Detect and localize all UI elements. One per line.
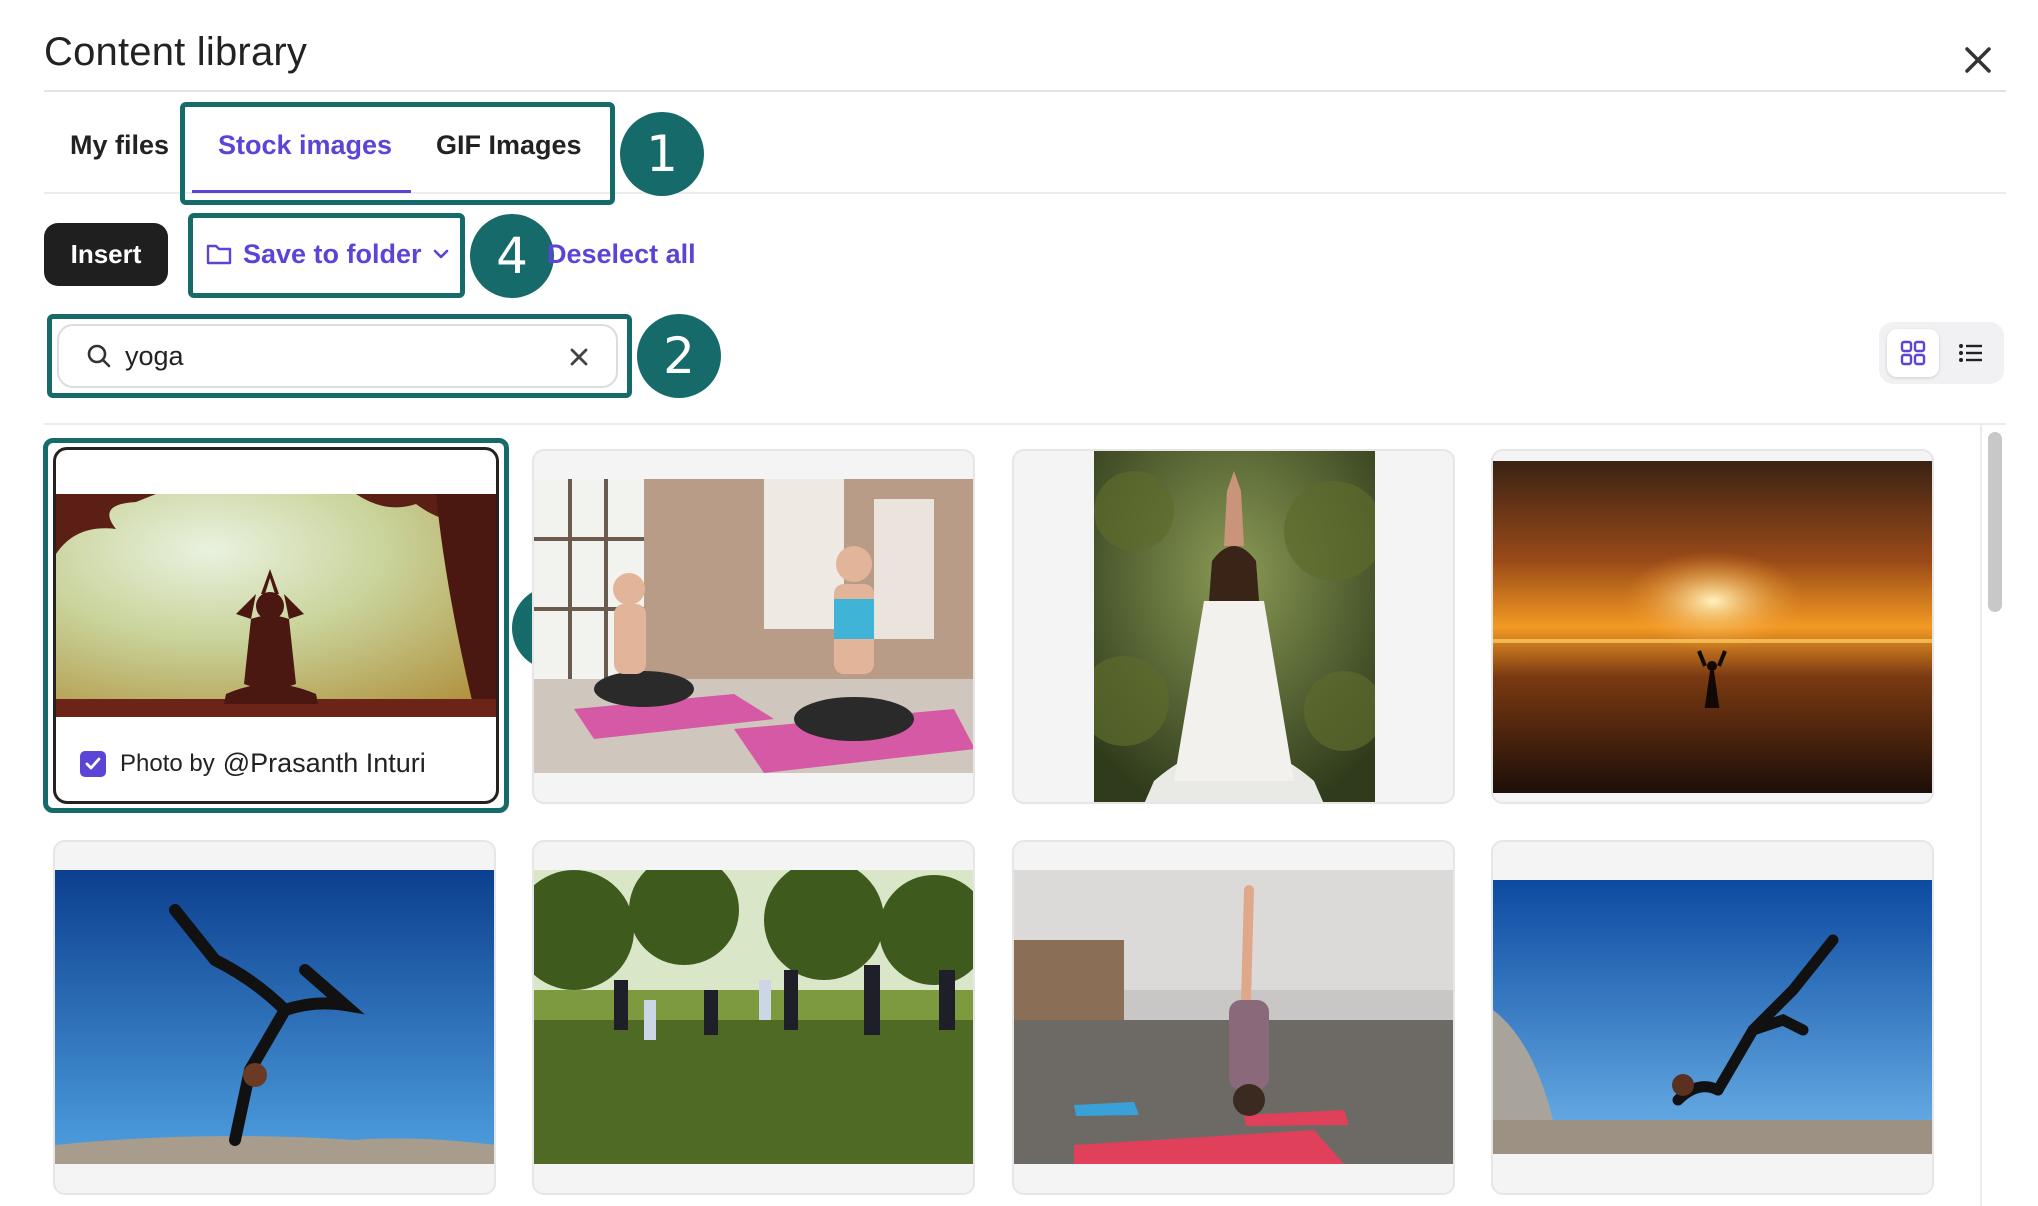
annotation-badge-2: 2: [637, 314, 721, 398]
annotation-badge-4: 4: [470, 214, 554, 298]
image-thumbnail: [55, 870, 494, 1164]
image-thumbnail: [534, 479, 973, 773]
tab-my-files[interactable]: My files: [70, 130, 169, 161]
insert-button[interactable]: Insert: [44, 223, 168, 286]
scrollbar-thumb[interactable]: [1988, 432, 2002, 612]
image-thumbnail: [534, 870, 973, 1164]
image-thumbnail: [1014, 870, 1453, 1164]
close-icon: [570, 348, 588, 366]
credit-author-link[interactable]: @Prasanth Inturi: [223, 748, 426, 779]
credit-prefix: Photo by: [120, 749, 215, 777]
list-icon: [1959, 344, 1982, 362]
save-to-folder-label: Save to folder: [243, 238, 422, 269]
image-card[interactable]: [1491, 449, 1934, 804]
image-card[interactable]: [1012, 840, 1455, 1195]
search-icon: [87, 344, 111, 368]
checkmark-icon: [85, 757, 101, 769]
select-checkbox[interactable]: [80, 750, 106, 777]
image-thumbnail: [1094, 451, 1375, 802]
image-card[interactable]: Photo by @Prasanth Inturi: [53, 447, 499, 804]
image-credit: Photo by @Prasanth Inturi: [80, 748, 426, 779]
image-card[interactable]: [532, 449, 975, 804]
list-view-button[interactable]: [1945, 329, 1997, 377]
deselect-all-link[interactable]: Deselect all: [547, 239, 696, 270]
image-card[interactable]: [1491, 840, 1934, 1195]
chevron-down-icon: [433, 249, 448, 259]
grid-divider: [44, 423, 2006, 425]
grid-icon: [1900, 340, 1926, 366]
close-button[interactable]: [1956, 38, 2000, 82]
search-input[interactable]: [125, 340, 545, 372]
search-field: [57, 324, 618, 388]
clear-search-button[interactable]: [564, 342, 594, 372]
image-thumbnail: [1493, 461, 1932, 793]
image-card[interactable]: [532, 840, 975, 1195]
folder-icon: [206, 244, 232, 265]
save-to-folder-button[interactable]: Save to folder: [205, 229, 450, 279]
grid-view-button[interactable]: [1887, 329, 1939, 377]
close-icon: [1965, 47, 1991, 73]
image-thumbnail: [56, 494, 496, 717]
image-card[interactable]: [53, 840, 496, 1195]
image-card[interactable]: [1012, 449, 1455, 804]
annotation-box-1: [180, 102, 615, 205]
image-thumbnail: [1493, 880, 1932, 1154]
header-divider: [44, 90, 2006, 92]
annotation-badge-1: 1: [620, 112, 704, 196]
page-title: Content library: [44, 30, 308, 74]
